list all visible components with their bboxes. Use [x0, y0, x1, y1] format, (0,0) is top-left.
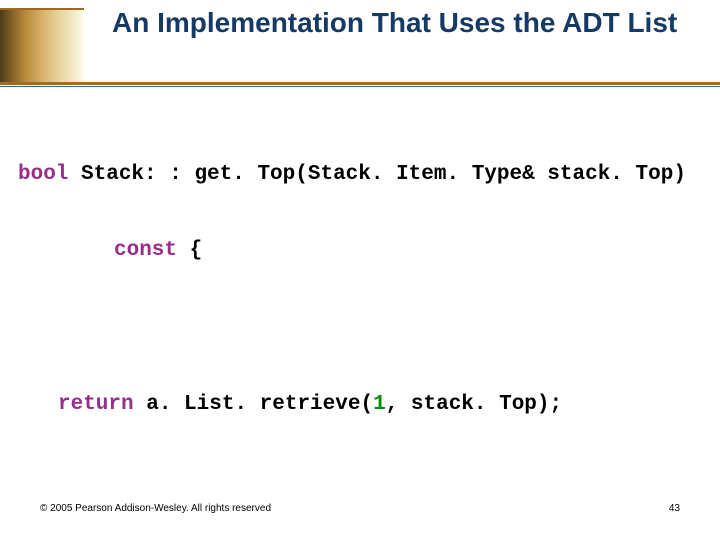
keyword-const: const [114, 239, 177, 262]
slide-footer: © 2005 Pearson Addison-Wesley. All right… [40, 503, 680, 514]
slide: An Implementation That Uses the ADT List… [0, 0, 720, 540]
code-gap-2 [18, 467, 702, 495]
slide-header: An Implementation That Uses the ADT List [0, 0, 720, 94]
code-line-1: bool Stack: : get. Top(Stack. Item. Type… [18, 162, 702, 187]
code-gap-1 [18, 314, 702, 342]
page-number: 43 [669, 503, 680, 514]
keyword-bool: bool [18, 163, 68, 186]
header-ornament [0, 8, 84, 82]
slide-title: An Implementation That Uses the ADT List [112, 6, 696, 40]
code-sig: Stack: : get. Top(Stack. Item. Type& sta… [68, 163, 686, 186]
keyword-return: return [58, 393, 134, 416]
code-call-before: a. List. retrieve( [134, 393, 373, 416]
header-rule-bottom [0, 86, 720, 87]
code-brace-open: { [177, 239, 202, 262]
code-line-2: const { [18, 238, 702, 263]
code-call-after: , stack. Top); [386, 393, 562, 416]
copyright-text: © 2005 Pearson Addison-Wesley. All right… [40, 503, 271, 514]
header-rule-top [0, 82, 720, 85]
code-line-3: return a. List. retrieve(1, stack. Top); [18, 392, 702, 417]
literal-one: 1 [373, 393, 386, 416]
slide-body: bool Stack: : get. Top(Stack. Item. Type… [18, 112, 702, 540]
code-block: bool Stack: : get. Top(Stack. Item. Type… [18, 112, 702, 540]
